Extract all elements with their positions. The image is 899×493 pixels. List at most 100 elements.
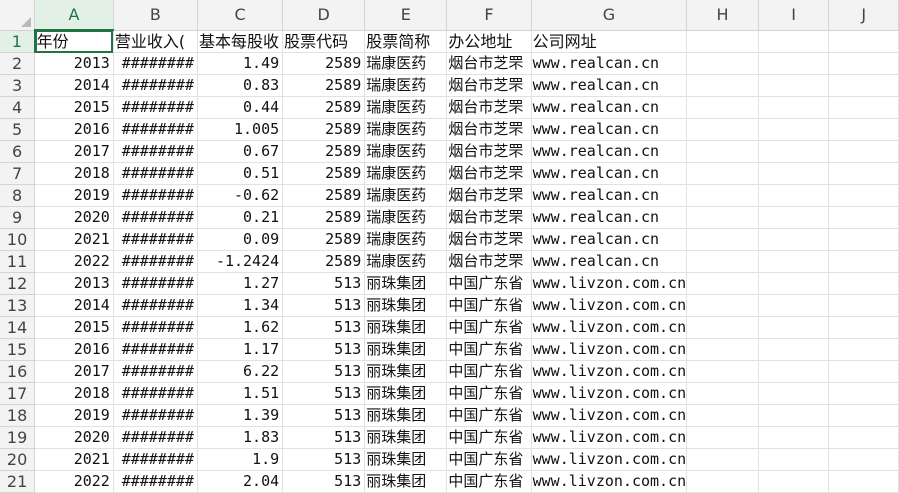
cell-empty-I[interactable] bbox=[758, 294, 830, 317]
cell-office-address[interactable]: 中国广东省 bbox=[446, 272, 532, 295]
cell-eps[interactable]: 1.62 bbox=[197, 316, 284, 339]
cell-office-address[interactable]: 烟台市芝罘 bbox=[446, 250, 532, 273]
cell-empty-I[interactable] bbox=[758, 470, 830, 493]
cell-office-address[interactable]: 烟台市芝罘 bbox=[446, 118, 532, 141]
row-header[interactable]: 9 bbox=[0, 206, 36, 229]
row-header[interactable]: 11 bbox=[0, 250, 36, 273]
cell-empty-J[interactable] bbox=[828, 96, 899, 119]
cell-stock-name[interactable]: 丽珠集团 bbox=[364, 316, 448, 339]
cell-stock-code[interactable]: 513 bbox=[282, 360, 366, 383]
cell-stock-code[interactable]: 2589 bbox=[282, 140, 366, 163]
cell-eps[interactable]: 0.51 bbox=[197, 162, 284, 185]
cell-empty-H[interactable] bbox=[686, 360, 759, 383]
cell-empty-I[interactable] bbox=[758, 272, 830, 295]
cell-empty-H[interactable] bbox=[686, 118, 759, 141]
row-header[interactable]: 16 bbox=[0, 360, 36, 383]
cell-revenue[interactable]: ######## bbox=[113, 448, 198, 471]
row-header[interactable]: 5 bbox=[0, 118, 36, 141]
cell-website[interactable]: www.livzon.com.cn bbox=[531, 404, 688, 427]
cell-empty-J[interactable] bbox=[828, 74, 899, 97]
row-header[interactable]: 15 bbox=[0, 338, 36, 361]
row-header[interactable]: 4 bbox=[0, 96, 36, 119]
cell-empty-J[interactable] bbox=[828, 426, 899, 449]
cell-stock-code[interactable]: 2589 bbox=[282, 162, 366, 185]
cell-eps[interactable]: 0.44 bbox=[197, 96, 284, 119]
cell-stock-code[interactable]: 2589 bbox=[282, 206, 366, 229]
cell-year[interactable]: 2018 bbox=[34, 162, 114, 185]
cell-stock-name[interactable]: 瑞康医药 bbox=[364, 184, 448, 207]
column-header-J[interactable]: J bbox=[828, 0, 899, 31]
cell-stock-code[interactable]: 2589 bbox=[282, 250, 366, 273]
cell-eps[interactable]: 1.39 bbox=[197, 404, 284, 427]
cell-empty-H[interactable] bbox=[686, 162, 759, 185]
cell-empty-I[interactable] bbox=[758, 140, 830, 163]
cell-revenue[interactable]: ######## bbox=[113, 272, 198, 295]
cell-empty-J[interactable] bbox=[828, 162, 899, 185]
cell-empty-J[interactable] bbox=[828, 228, 899, 251]
cell-website[interactable]: www.realcan.cn bbox=[531, 250, 688, 273]
cell-revenue[interactable]: ######## bbox=[113, 228, 198, 251]
cell-stock-name[interactable]: 丽珠集团 bbox=[364, 360, 448, 383]
cell-stock-code[interactable]: 2589 bbox=[282, 118, 366, 141]
cell-office-address[interactable]: 烟台市芝罘 bbox=[446, 140, 532, 163]
cell-website[interactable]: www.realcan.cn bbox=[531, 162, 688, 185]
cell-empty-H[interactable] bbox=[686, 470, 759, 493]
row-header[interactable]: 13 bbox=[0, 294, 36, 317]
cell-F1[interactable]: 办公地址 bbox=[446, 30, 532, 53]
cell-eps[interactable]: 6.22 bbox=[197, 360, 284, 383]
cell-website[interactable]: www.livzon.com.cn bbox=[531, 360, 688, 383]
cell-office-address[interactable]: 烟台市芝罘 bbox=[446, 162, 532, 185]
cell-stock-code[interactable]: 2589 bbox=[282, 74, 366, 97]
cell-stock-name[interactable]: 丽珠集团 bbox=[364, 470, 448, 493]
cell-website[interactable]: www.realcan.cn bbox=[531, 96, 688, 119]
row-header[interactable]: 10 bbox=[0, 228, 36, 251]
cell-revenue[interactable]: ######## bbox=[113, 316, 198, 339]
cell-stock-name[interactable]: 丽珠集团 bbox=[364, 448, 448, 471]
cell-stock-code[interactable]: 2589 bbox=[282, 184, 366, 207]
cell-revenue[interactable]: ######## bbox=[113, 162, 198, 185]
cell-revenue[interactable]: ######## bbox=[113, 250, 198, 273]
cell-empty-J[interactable] bbox=[828, 272, 899, 295]
cell-revenue[interactable]: ######## bbox=[113, 96, 198, 119]
cell-stock-code[interactable]: 513 bbox=[282, 470, 366, 493]
cell-empty-H[interactable] bbox=[686, 250, 759, 273]
cell-stock-code[interactable]: 2589 bbox=[282, 52, 366, 75]
cell-empty-J[interactable] bbox=[828, 294, 899, 317]
cell-empty-I[interactable] bbox=[758, 338, 830, 361]
cell-stock-code[interactable]: 2589 bbox=[282, 228, 366, 251]
row-header[interactable]: 20 bbox=[0, 448, 36, 471]
cell-empty-I[interactable] bbox=[758, 162, 830, 185]
cell-J1[interactable] bbox=[828, 30, 899, 53]
column-header-A[interactable]: A bbox=[34, 0, 114, 31]
cell-year[interactable]: 2022 bbox=[34, 470, 114, 493]
cell-eps[interactable]: 0.09 bbox=[197, 228, 284, 251]
cell-revenue[interactable]: ######## bbox=[113, 404, 198, 427]
cell-empty-J[interactable] bbox=[828, 140, 899, 163]
column-header-I[interactable]: I bbox=[758, 0, 830, 31]
cell-stock-name[interactable]: 丽珠集团 bbox=[364, 272, 448, 295]
cell-office-address[interactable]: 烟台市芝罘 bbox=[446, 52, 532, 75]
cell-empty-I[interactable] bbox=[758, 96, 830, 119]
cell-revenue[interactable]: ######## bbox=[113, 74, 198, 97]
cell-office-address[interactable]: 中国广东省 bbox=[446, 338, 532, 361]
cell-stock-name[interactable]: 丽珠集团 bbox=[364, 426, 448, 449]
cell-year[interactable]: 2019 bbox=[34, 404, 114, 427]
cell-office-address[interactable]: 中国广东省 bbox=[446, 360, 532, 383]
cell-website[interactable]: www.realcan.cn bbox=[531, 140, 688, 163]
cell-empty-H[interactable] bbox=[686, 294, 759, 317]
cell-website[interactable]: www.livzon.com.cn bbox=[531, 316, 688, 339]
cell-office-address[interactable]: 烟台市芝罘 bbox=[446, 74, 532, 97]
cell-website[interactable]: www.realcan.cn bbox=[531, 184, 688, 207]
cell-revenue[interactable]: ######## bbox=[113, 184, 198, 207]
column-header-B[interactable]: B bbox=[113, 0, 198, 31]
cell-website[interactable]: www.realcan.cn bbox=[531, 228, 688, 251]
cell-empty-H[interactable] bbox=[686, 272, 759, 295]
cell-empty-H[interactable] bbox=[686, 96, 759, 119]
cell-eps[interactable]: 1.83 bbox=[197, 426, 284, 449]
cell-empty-J[interactable] bbox=[828, 448, 899, 471]
cell-A1[interactable]: 年份 bbox=[34, 30, 114, 53]
cell-year[interactable]: 2013 bbox=[34, 272, 114, 295]
column-header-H[interactable]: H bbox=[686, 0, 759, 31]
cell-empty-J[interactable] bbox=[828, 206, 899, 229]
cell-D1[interactable]: 股票代码 bbox=[282, 30, 366, 53]
